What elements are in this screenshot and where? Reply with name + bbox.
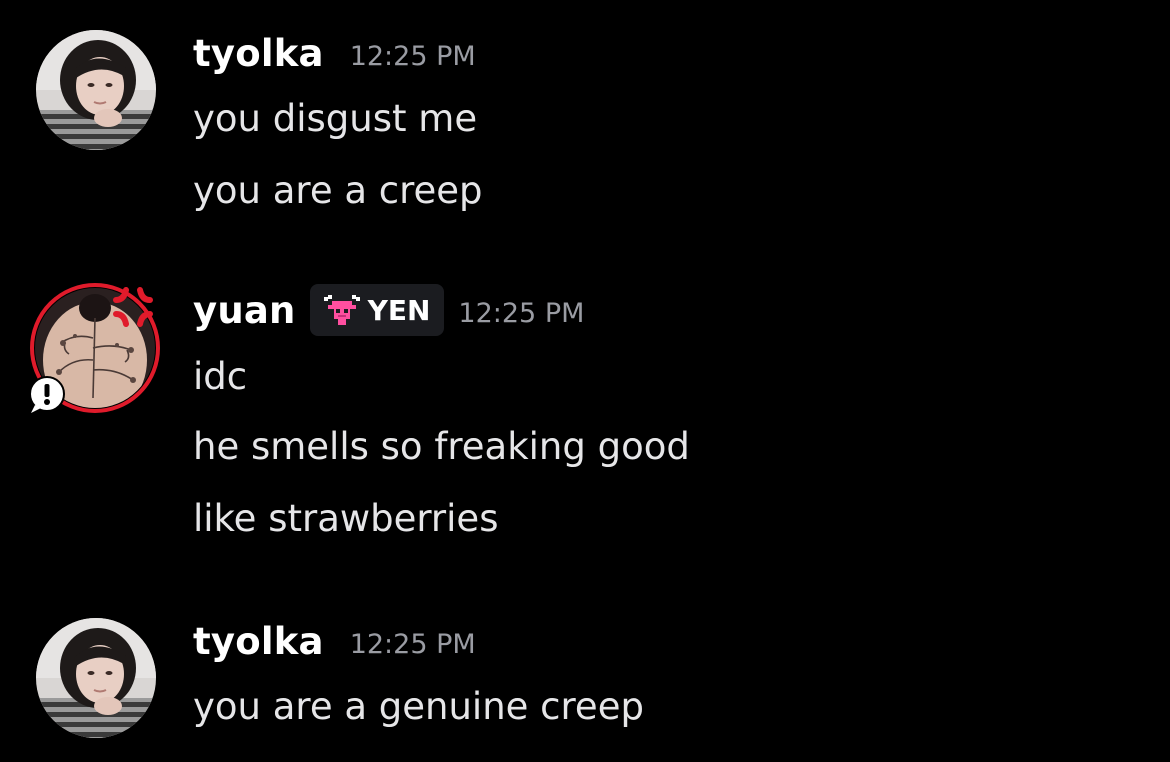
message-header: tyolka 12:25 PM [193,616,476,666]
username[interactable]: tyolka [193,32,324,75]
exclamation-speech-bubble-icon [29,376,65,413]
message-text[interactable]: like strawberries [193,500,498,537]
message-header: yuan YEN 12:25 PM [193,284,585,336]
message-text[interactable]: you disgust me [193,100,477,137]
timestamp: 12:25 PM [349,628,476,660]
username[interactable]: tyolka [193,620,324,663]
anger-symbol-icon [113,287,153,327]
server-tag-badge[interactable]: YEN [309,284,445,336]
message-text[interactable]: he smells so freaking good [193,428,690,465]
message-header: tyolka 12:25 PM [193,28,476,78]
girl-portrait-avatar [36,30,156,150]
avatar[interactable] [36,30,156,150]
girl-portrait-avatar [36,618,156,738]
username[interactable]: yuan [193,289,296,332]
chat-message-list: tyolka 12:25 PM you disgust me you are a… [0,0,1170,762]
pixel-goat-icon [323,295,360,325]
timestamp: 12:25 PM [458,297,585,329]
message-text[interactable]: you are a creep [193,172,483,209]
message-text[interactable]: idc [193,358,247,395]
avatar[interactable] [36,618,156,738]
server-tag-label: YEN [367,293,431,327]
message-text[interactable]: you are a genuine creep [193,688,644,725]
timestamp: 12:25 PM [349,40,476,72]
